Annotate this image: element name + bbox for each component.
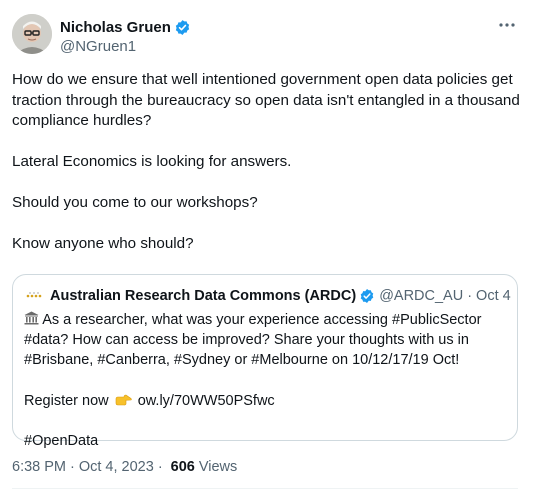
tweet-text: How do we ensure that well intentioned g… (12, 71, 520, 252)
quoted-tweet[interactable]: Australian Research Data Commons (ARDC) … (12, 274, 518, 449)
author-handle[interactable]: @NGruen1 (60, 38, 191, 55)
quoted-text: As a researcher, what was your experienc… (24, 312, 482, 369)
quoted-date[interactable]: Oct 4 (476, 288, 511, 304)
quoted-avatar[interactable] (24, 286, 44, 306)
meta-dot: · (70, 459, 75, 475)
author-name[interactable]: Nicholas Gruen (60, 19, 171, 36)
verified-badge-icon[interactable] (174, 19, 191, 36)
quoted-verified-badge-icon (360, 289, 374, 303)
opendata-hashtag[interactable]: #OpenData (24, 433, 98, 449)
quoted-paragraph: As a researcher, what was your experienc… (24, 310, 510, 371)
register-line: Register now ow.ly/70WW50PSfwc (24, 391, 510, 411)
divider (12, 488, 518, 489)
more-options-icon[interactable] (496, 14, 518, 36)
tweet-time[interactable]: 6:38 PM (12, 459, 66, 475)
ardc-logo-icon (26, 292, 42, 298)
meta-dot: · (157, 459, 163, 475)
avatar-icon (12, 14, 52, 54)
quoted-author-handle[interactable]: @ARDC_AU (379, 288, 463, 304)
hashtag-line: #OpenData (24, 431, 510, 451)
classical-building-icon (24, 311, 39, 325)
separator-dot: · (467, 288, 473, 304)
tweet-date[interactable]: Oct 4, 2023 (79, 459, 154, 475)
pointing-right-hand-icon (115, 394, 132, 405)
quoted-tweet-header: Australian Research Data Commons (ARDC) … (24, 287, 511, 305)
views-count[interactable]: 606 (171, 459, 195, 475)
register-link[interactable]: ow.ly/70WW50PSfwc (138, 393, 275, 409)
tweet-meta: 6:38 PM · Oct 4, 2023 · 606 Views (12, 459, 237, 475)
register-label: Register now (24, 392, 109, 409)
views-label: Views (198, 459, 238, 475)
quoted-tweet-body: As a researcher, what was your experienc… (24, 310, 510, 451)
author-header: Nicholas Gruen @NGruen1 (60, 17, 191, 55)
avatar[interactable] (12, 14, 52, 54)
quoted-author-name[interactable]: Australian Research Data Commons (ARDC) (50, 288, 356, 304)
